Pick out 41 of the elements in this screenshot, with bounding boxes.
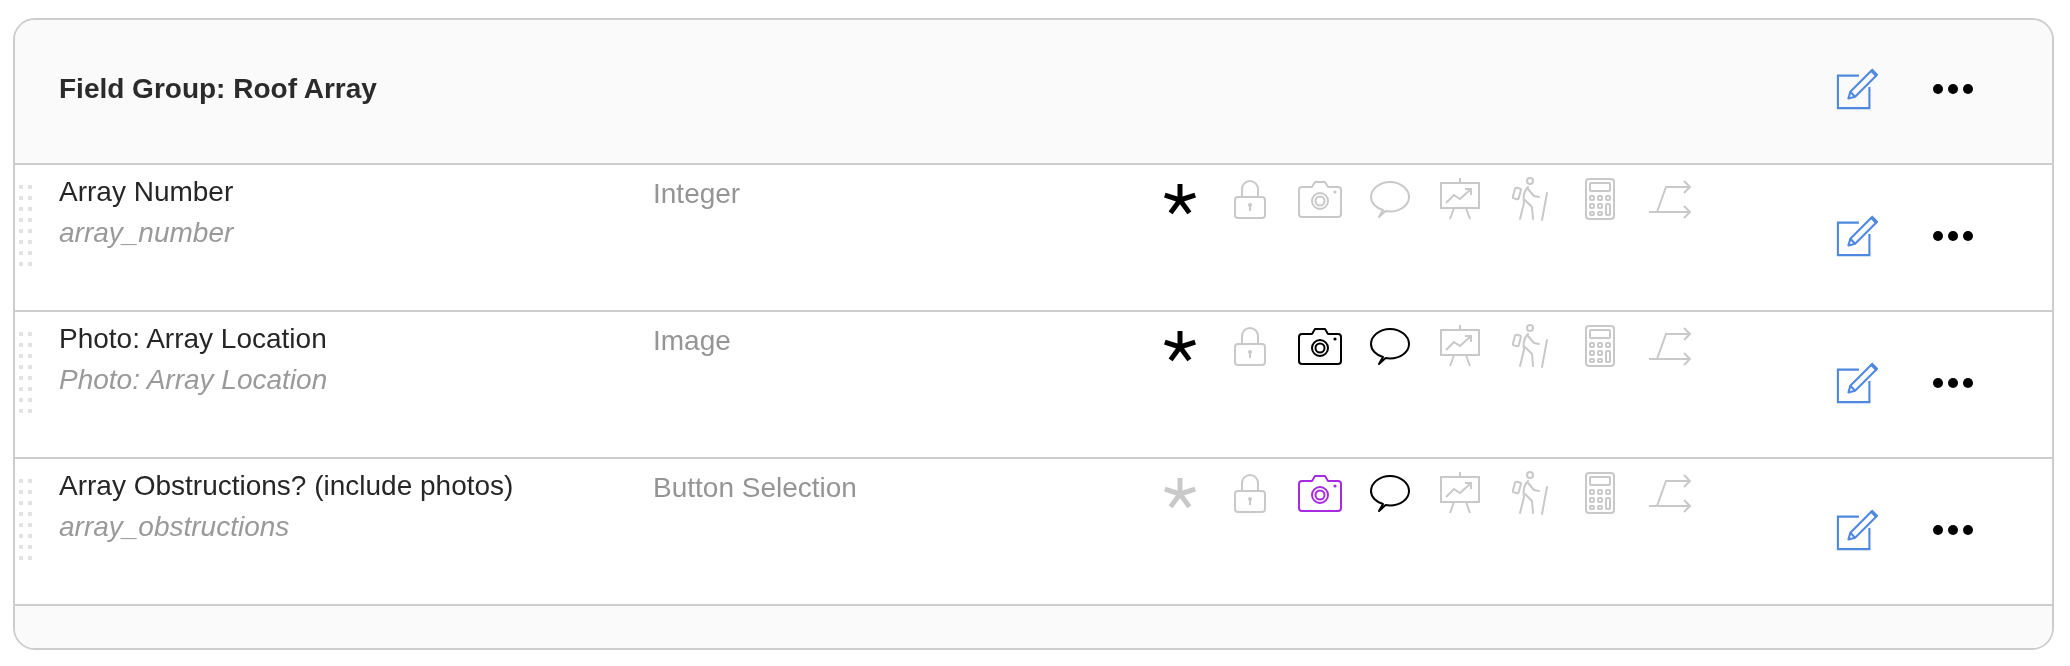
field-type: Button Selection <box>653 472 857 503</box>
field-subtitle: array_obstructions <box>59 510 290 544</box>
presentation-chart-icon[interactable] <box>1440 325 1480 367</box>
more-icon[interactable] <box>1933 524 1973 535</box>
edit-icon[interactable] <box>1836 508 1878 551</box>
calculator-icon[interactable] <box>1585 325 1615 367</box>
asterisk-icon[interactable] <box>1162 329 1198 363</box>
hiker-icon[interactable] <box>1511 177 1549 221</box>
edit-icon[interactable] <box>1836 214 1878 257</box>
lock-icon[interactable] <box>1234 179 1266 219</box>
group-title: Field Group: Roof Array <box>59 71 377 106</box>
asterisk-icon[interactable] <box>1162 182 1198 216</box>
calculator-icon[interactable] <box>1585 472 1615 514</box>
split-arrows-icon[interactable] <box>1648 179 1692 219</box>
speech-bubble-icon[interactable] <box>1370 327 1410 365</box>
field-label: Photo: Array Location <box>59 322 327 356</box>
calculator-icon[interactable] <box>1585 178 1615 220</box>
more-icon[interactable] <box>1933 83 1973 94</box>
field-subtitle: array_number <box>59 216 234 250</box>
drag-handle-icon[interactable] <box>19 479 32 560</box>
field-subtitle: Photo: Array Location <box>59 363 328 397</box>
more-icon[interactable] <box>1933 230 1973 241</box>
field-type: Integer <box>653 178 741 209</box>
drag-handle-icon[interactable] <box>19 185 32 266</box>
edit-icon[interactable] <box>1836 67 1878 110</box>
split-arrows-icon[interactable] <box>1648 473 1692 513</box>
more-icon[interactable] <box>1933 377 1973 388</box>
field-label: Array Number <box>59 175 234 209</box>
presentation-chart-icon[interactable] <box>1440 472 1480 514</box>
camera-icon[interactable] <box>1298 327 1342 365</box>
drag-handle-icon[interactable] <box>19 332 32 413</box>
speech-bubble-icon[interactable] <box>1370 474 1410 512</box>
edit-icon[interactable] <box>1836 361 1878 404</box>
hiker-icon[interactable] <box>1511 324 1549 368</box>
split-arrows-icon[interactable] <box>1648 326 1692 366</box>
field-type: Image <box>653 325 731 356</box>
lock-icon[interactable] <box>1234 326 1266 366</box>
lock-icon[interactable] <box>1234 473 1266 513</box>
hiker-icon[interactable] <box>1511 471 1549 515</box>
presentation-chart-icon[interactable] <box>1440 178 1480 220</box>
field-label: Array Obstructions? (include photos) <box>59 469 514 503</box>
